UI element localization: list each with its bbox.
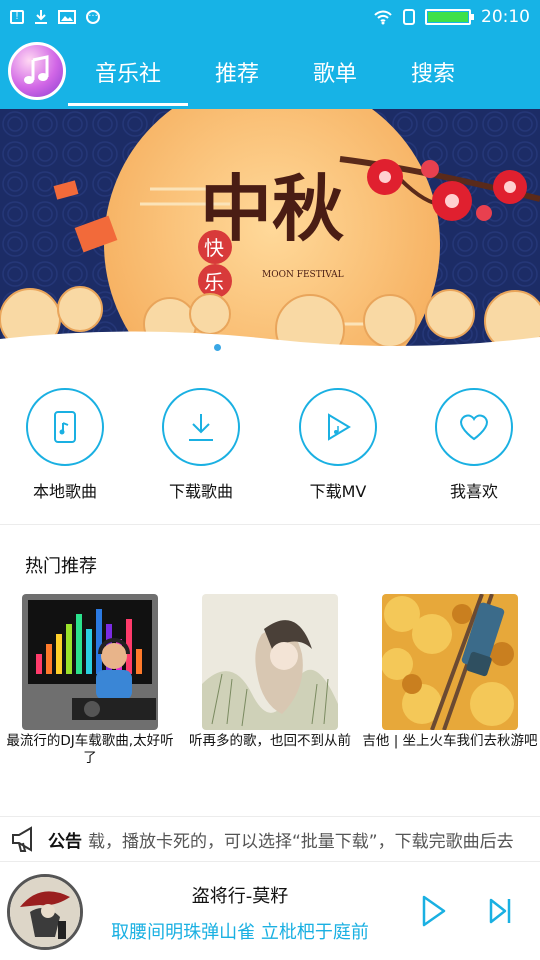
favorites-label: 我喜欢 (449, 482, 498, 501)
tab-recommend[interactable]: 推荐 (188, 34, 286, 109)
phone-music-icon (26, 388, 104, 466)
playlist-card[interactable]: 听再多的歌，也回不到从前 (182, 594, 358, 750)
sim-icon (403, 9, 415, 25)
megaphone-icon (12, 826, 32, 852)
carousel-dot-active[interactable] (214, 344, 221, 351)
downloaded-mv-label: 下载MV (309, 482, 367, 501)
status-icons-right: 20:10 (373, 7, 530, 27)
song-title: 盗将行-莫籽 (191, 886, 289, 907)
notice-text: 载，播放卡死的，可以选择“批量下载”，下载完歌曲后去 (88, 831, 514, 852)
alert-icon: ! (10, 10, 24, 24)
tab-bar: 音乐社 推荐 歌单 搜索 (68, 34, 482, 109)
banner-subtitle-1: 快 (204, 236, 224, 260)
banner[interactable]: 中秋 快 乐 MOON FESTIVAL (0, 109, 540, 356)
notice-bar[interactable]: 公告 载，播放卡死的，可以选择“批量下载”，下载完歌曲后去 (0, 816, 540, 862)
notice-label: 公告 (48, 831, 82, 852)
local-songs-label: 本地歌曲 (32, 482, 97, 501)
downloaded-songs-label: 下载歌曲 (168, 482, 233, 501)
image-status-icon (58, 10, 76, 24)
download-status-icon (35, 10, 47, 24)
local-songs-button[interactable]: 本地歌曲 (5, 388, 125, 502)
playlist-cover (382, 594, 518, 730)
tab-playlist[interactable]: 歌单 (286, 34, 384, 109)
playlist-cover (202, 594, 338, 730)
playlist-caption: 吉他 | 坐上火车我们去秋游吧 (362, 733, 538, 749)
next-button[interactable] (488, 894, 514, 928)
banner-english: MOON FESTIVAL (262, 270, 344, 280)
status-icons-left: ! ··· (10, 9, 100, 25)
section-divider (0, 524, 540, 525)
playlist-caption: 听再多的歌，也回不到从前 (189, 733, 351, 749)
hot-recommend-title: 热门推荐 (25, 556, 97, 577)
downloaded-mv-button[interactable]: 下载MV (278, 388, 398, 502)
status-time: 20:10 (481, 7, 530, 27)
tab-music-club[interactable]: 音乐社 (68, 34, 188, 109)
more-status-icon: ··· (86, 10, 100, 24)
battery-icon (425, 9, 474, 25)
playlist-caption: 最流行的DJ车载歌曲,太好听了 (6, 733, 174, 766)
app-logo[interactable] (8, 42, 66, 100)
banner-subtitle-2: 乐 (204, 270, 224, 294)
downloaded-songs-button[interactable]: 下载歌曲 (141, 388, 261, 502)
music-note-icon (24, 55, 49, 84)
favorites-button[interactable]: 我喜欢 (414, 388, 534, 502)
playlist-card[interactable]: 吉他 | 坐上火车我们去秋游吧 (362, 594, 538, 750)
playlist-card[interactable]: 最流行的DJ车载歌曲,太好听了 (2, 594, 178, 767)
album-art[interactable] (7, 874, 83, 950)
heart-icon (435, 388, 513, 466)
banner-image: 中秋 快 乐 MOON FESTIVAL (0, 109, 540, 356)
download-icon (162, 388, 240, 466)
status-bar: ! ··· 20:10 (0, 0, 540, 34)
wifi-icon (374, 10, 392, 25)
playlist-cover (22, 594, 158, 730)
video-music-icon (299, 388, 377, 466)
header: 音乐社 推荐 歌单 搜索 (0, 34, 540, 109)
quick-actions: 本地歌曲 下载歌曲 下载MV 我喜欢 (0, 388, 540, 508)
tab-search[interactable]: 搜索 (384, 34, 482, 109)
play-button[interactable] (420, 894, 448, 928)
mini-player: 盗将行-莫籽 取腰间明珠弹山雀 立枇杷于庭前 (0, 862, 540, 960)
lyric-line: 取腰间明珠弹山雀 立枇杷于庭前 (111, 922, 369, 943)
